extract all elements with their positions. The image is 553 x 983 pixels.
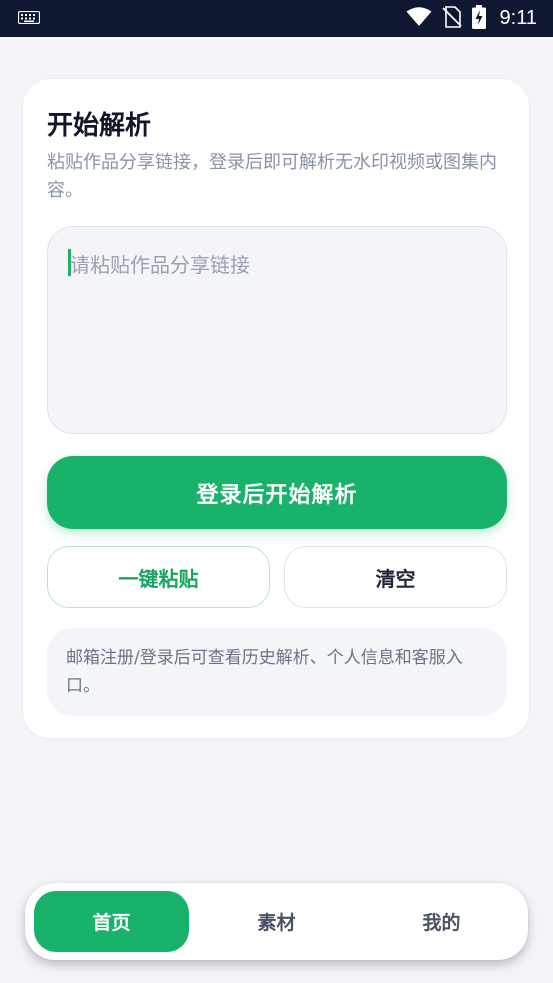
card-title: 开始解析 — [47, 111, 152, 141]
status-time: 9:11 — [499, 7, 537, 29]
card-subtitle: 粘贴作品分享链接，登录后即可解析无水印视频或图集内容。 — [47, 152, 497, 201]
input-placeholder: 请粘贴作品分享链接 — [70, 253, 250, 277]
wifi-icon — [406, 6, 432, 31]
share-link-input[interactable]: 请粘贴作品分享链接 — [47, 226, 507, 434]
keyboard-icon — [17, 9, 41, 28]
clear-button[interactable]: 清空 — [284, 546, 507, 608]
login-to-parse-button[interactable]: 登录后开始解析 — [47, 456, 507, 529]
bottom-tab-bar: 首页 素材 我的 — [25, 883, 528, 960]
tab-home[interactable]: 首页 — [34, 891, 189, 952]
tab-mine[interactable]: 我的 — [364, 891, 519, 952]
no-sim-icon — [441, 5, 462, 32]
parse-card: 开始解析 粘贴作品分享链接，登录后即可解析无水印视频或图集内容。 请粘贴作品分享… — [22, 78, 530, 739]
tab-material[interactable]: 素材 — [199, 891, 354, 952]
one-click-paste-button[interactable]: 一键粘贴 — [47, 546, 270, 608]
status-bar: 9:11 — [0, 0, 553, 37]
battery-charging-icon — [471, 4, 486, 33]
login-notice: 邮箱注册/登录后可查看历史解析、个人信息和客服入口。 — [47, 628, 507, 716]
notice-text: 邮箱注册/登录后可查看历史解析、个人信息和客服入口。 — [66, 648, 463, 696]
